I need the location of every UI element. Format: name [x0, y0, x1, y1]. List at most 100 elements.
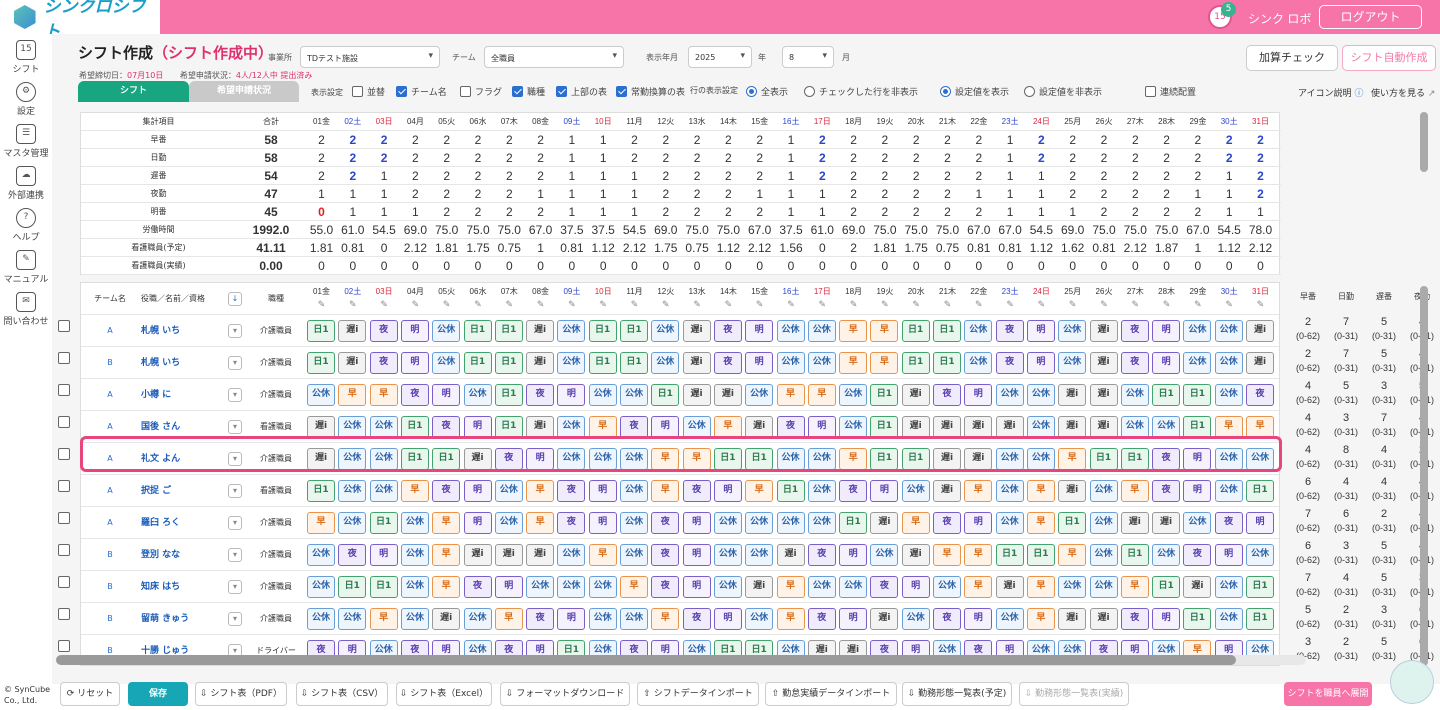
shift-cell[interactable]: 公休 — [494, 512, 523, 534]
name-dropdown-icon[interactable]: ▾ — [228, 516, 242, 530]
row-checkbox[interactable] — [58, 384, 70, 396]
shift-cell[interactable]: 日1 — [494, 384, 523, 406]
shift-cell[interactable]: 明 — [463, 416, 492, 438]
shift-cell[interactable]: 遅i — [901, 416, 930, 438]
shift-cell[interactable]: 明 — [1214, 544, 1243, 566]
shift-cell[interactable]: 公休 — [620, 480, 648, 502]
shift-cell[interactable]: 遅i — [1058, 416, 1087, 438]
checkbox[interactable] — [352, 86, 363, 97]
shift-cell[interactable]: 早 — [526, 480, 555, 502]
shift-cell[interactable]: 公休 — [1058, 576, 1087, 598]
howto-link[interactable]: 使い方を見る ↗ — [1371, 86, 1435, 99]
logout-button[interactable]: ログアウト — [1319, 5, 1422, 29]
radio[interactable] — [746, 86, 757, 97]
shift-cell[interactable]: 明 — [745, 352, 774, 374]
staff-name[interactable]: 留萌 きゅう — [141, 603, 241, 635]
checkbox[interactable] — [396, 86, 407, 97]
shift-cell[interactable]: 遅i — [1152, 512, 1181, 534]
shift-cell[interactable]: 公休 — [557, 416, 586, 438]
shift-cell[interactable]: 明 — [713, 608, 742, 630]
shift-cell[interactable]: 公休 — [807, 352, 836, 374]
shift-cell[interactable]: 日1 — [901, 352, 930, 374]
name-dropdown-icon[interactable]: ▾ — [228, 612, 242, 626]
shift-cell[interactable]: 遅i — [1089, 608, 1118, 630]
edit-pencil-icon[interactable]: ✎ — [1057, 295, 1088, 313]
shift-cell[interactable]: 早 — [620, 576, 648, 598]
shift-cell[interactable]: 公休 — [620, 512, 648, 534]
shift-cell[interactable]: 早 — [432, 512, 461, 534]
shift-cell[interactable]: 明 — [463, 480, 492, 502]
shift-cell[interactable]: 夜 — [1120, 608, 1149, 630]
shift-cell[interactable]: 明 — [588, 512, 617, 534]
option-5[interactable]: 常勤換算の表 — [616, 85, 685, 98]
shift-cell[interactable]: 公休 — [557, 576, 586, 598]
shift-cell[interactable]: 早 — [432, 576, 461, 598]
shift-cell[interactable]: 明 — [713, 480, 742, 502]
shift-cell[interactable]: 日1 — [1120, 544, 1149, 566]
shift-cell[interactable]: 夜 — [651, 512, 680, 534]
shift-cell[interactable]: 遅i — [901, 384, 930, 406]
shift-cell[interactable]: 公休 — [1214, 576, 1243, 598]
shift-cell[interactable]: 明 — [870, 480, 899, 502]
shift-cell[interactable]: 早 — [776, 576, 805, 598]
sidebar-item-cloud[interactable]: ☁ 外部連携 — [0, 166, 52, 201]
shift-cell[interactable]: 公休 — [776, 512, 805, 534]
shift-cell[interactable]: 日1 — [870, 416, 899, 438]
shift-cell[interactable]: 日1 — [338, 576, 367, 598]
edit-pencil-icon[interactable]: ✎ — [1089, 295, 1120, 313]
shift-cell[interactable]: 遅i — [995, 576, 1024, 598]
shift-cell[interactable]: 明 — [745, 320, 774, 342]
shift-cell[interactable]: 遅i — [745, 416, 774, 438]
shift-cell[interactable]: 公休 — [933, 576, 961, 598]
shift-cell[interactable]: 公休 — [745, 608, 774, 630]
sidebar-item-pencil[interactable]: ✎ マニュアル — [0, 250, 52, 285]
shift-cell[interactable]: 夜 — [933, 608, 961, 630]
shift-cell[interactable]: 早 — [1058, 544, 1087, 566]
footer-button-3[interactable]: ⇩ シフト表（CSV） — [296, 682, 388, 706]
shift-cell[interactable]: 夜 — [1246, 384, 1274, 406]
shift-cell[interactable]: 早 — [432, 544, 461, 566]
shift-cell[interactable]: 明 — [964, 384, 993, 406]
shift-cell[interactable]: 早 — [964, 576, 993, 598]
shift-cell[interactable]: 公休 — [807, 576, 836, 598]
sidebar-item-help[interactable]: ? ヘルプ — [0, 208, 52, 243]
shift-cell[interactable]: 日1 — [494, 352, 523, 374]
shift-cell[interactable]: 公休 — [1246, 544, 1274, 566]
shift-cell[interactable]: 明 — [807, 416, 836, 438]
shift-cell[interactable]: 日1 — [369, 576, 398, 598]
shift-cell[interactable]: 公休 — [588, 576, 617, 598]
shift-cell[interactable]: 公休 — [307, 576, 335, 598]
shift-cell[interactable]: 公休 — [651, 320, 680, 342]
shift-cell[interactable]: 公休 — [557, 352, 586, 374]
shift-cell[interactable]: 日1 — [901, 320, 930, 342]
shift-cell[interactable]: 夜 — [400, 384, 429, 406]
shift-cell[interactable]: 遅i — [964, 416, 993, 438]
footer-button-8[interactable]: ⇩ 勤務形態一覧表(予定) — [902, 682, 1012, 706]
shift-cell[interactable]: 夜 — [1214, 512, 1243, 534]
option-2[interactable]: フラグ — [460, 85, 502, 98]
radio[interactable] — [804, 86, 815, 97]
shift-cell[interactable]: 公休 — [620, 608, 648, 630]
option-4[interactable]: 上部の表 — [556, 85, 607, 98]
shift-cell[interactable]: 日1 — [839, 512, 868, 534]
checkbox[interactable] — [616, 86, 627, 97]
shift-cell[interactable]: 夜 — [557, 480, 586, 502]
shift-cell[interactable]: 公休 — [776, 320, 805, 342]
shift-cell[interactable]: 日1 — [620, 320, 648, 342]
shift-cell[interactable]: 明 — [1026, 320, 1055, 342]
shift-cell[interactable]: 夜 — [776, 416, 805, 438]
shift-cell[interactable]: 日1 — [588, 352, 617, 374]
name-dropdown-icon[interactable]: ▾ — [228, 484, 242, 498]
shift-cell[interactable]: 早 — [369, 384, 398, 406]
name-dropdown-icon[interactable]: ▾ — [228, 548, 242, 562]
shift-cell[interactable]: 夜 — [933, 512, 961, 534]
shift-cell[interactable]: 遅i — [1058, 480, 1087, 502]
shift-cell[interactable]: 夜 — [713, 352, 742, 374]
shift-cell[interactable]: 公休 — [307, 608, 335, 630]
shift-cell[interactable]: 夜 — [526, 384, 555, 406]
shift-cell[interactable]: 夜 — [807, 544, 836, 566]
shift-cell[interactable]: 公休 — [807, 320, 836, 342]
shift-cell[interactable]: 明 — [557, 608, 586, 630]
footer-button-10[interactable]: シフトを職員へ展開 — [1284, 682, 1372, 706]
shift-cell[interactable]: 夜 — [338, 544, 367, 566]
